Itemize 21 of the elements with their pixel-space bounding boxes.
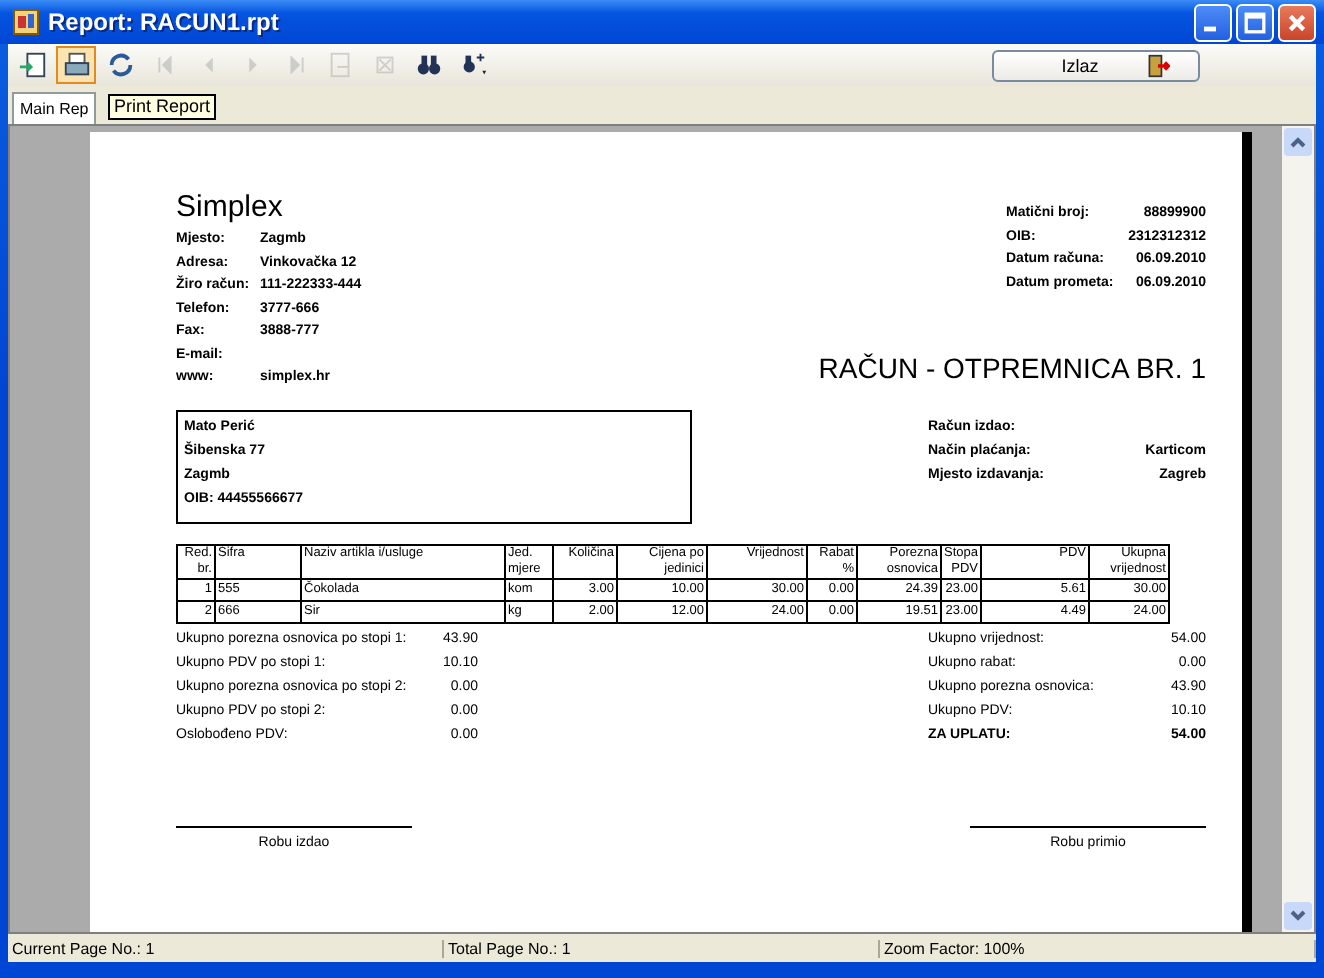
status-text: Zoom Factor: 100% [880,939,1316,957]
maximize-button[interactable] [1236,3,1274,41]
minimize-icon [1204,25,1216,31]
report-tab[interactable]: Main Rep [12,92,97,124]
scrollbar[interactable] [1282,126,1314,932]
window-title: Report: RACUN1.rpt [48,8,281,36]
company-name: Simplex [176,190,285,226]
exit-door-icon [1146,53,1171,77]
maximize-icon [1244,11,1266,33]
exit-button[interactable]: Izlaz [992,49,1200,81]
app-icon [12,8,40,36]
minimize-button[interactable] [1194,3,1232,41]
printer-icon[interactable] [56,46,96,84]
tooltip: Print Report [108,94,217,120]
scroll-down-icon[interactable] [1284,902,1312,930]
close-icon [1286,11,1308,33]
document-title: RAČUN - OTPREMNICA BR. 1 [818,352,1206,384]
status-text: Current Page No.: 1 [8,939,444,957]
status-text: Total Page No.: 1 [444,939,880,957]
close-button[interactable] [1278,3,1316,41]
scroll-up-icon[interactable] [1284,128,1312,156]
